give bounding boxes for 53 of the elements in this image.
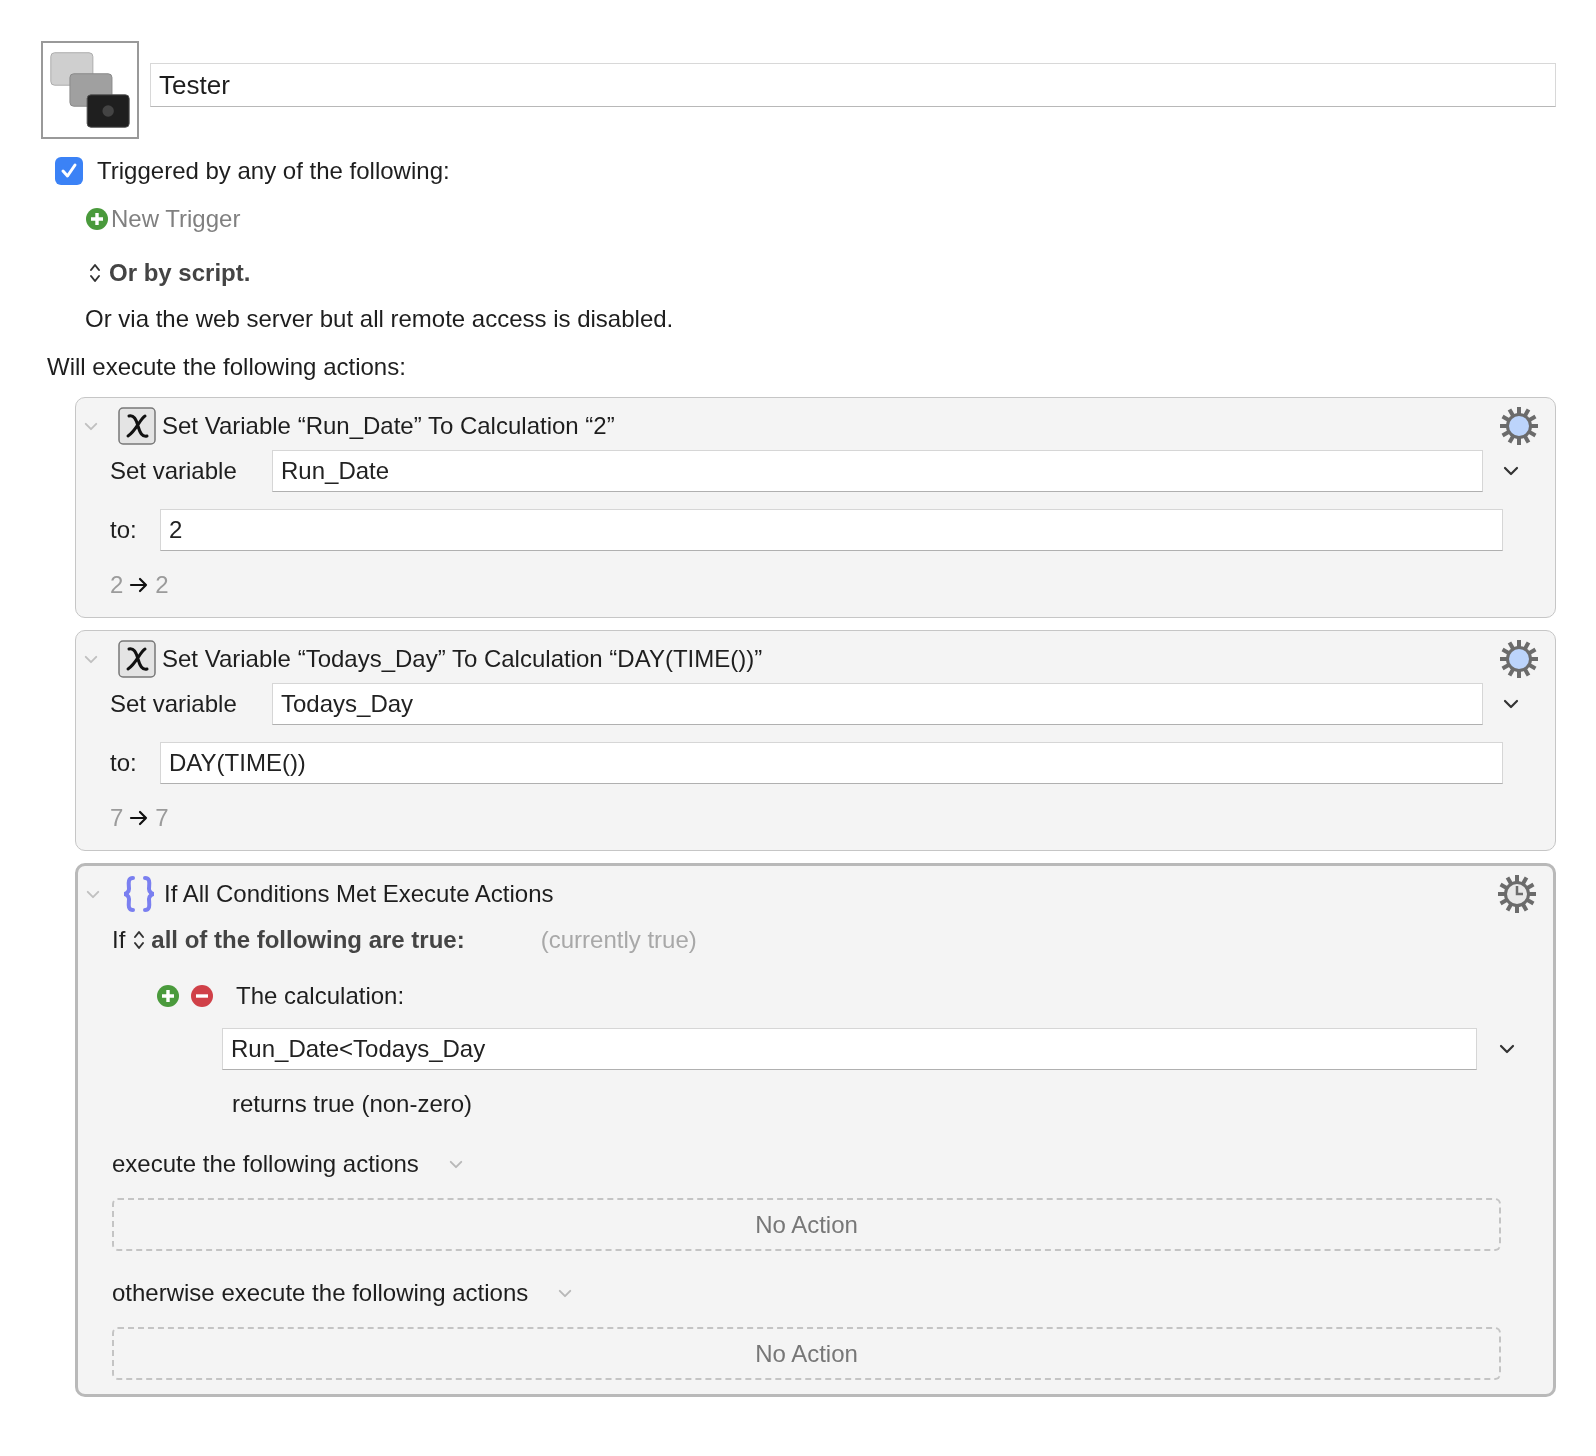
no-action-text: No Action — [755, 1338, 858, 1369]
variable-name-field[interactable]: Run_Date — [272, 450, 1483, 492]
to-label: to: — [110, 748, 138, 778]
empty-action-drop-zone[interactable]: No Action — [112, 1198, 1501, 1251]
new-trigger-icon[interactable] — [85, 207, 109, 231]
no-action-text: No Action — [755, 1209, 858, 1240]
trigger-heading: Triggered by any of the following: — [97, 156, 450, 186]
variable-name-field[interactable]: Todays_Day — [272, 683, 1483, 725]
dropdown-chevron-icon[interactable] — [1499, 1044, 1515, 1054]
if-label: If — [112, 925, 126, 955]
condition-mode-popup[interactable]: all of the following are true: — [151, 922, 465, 958]
gear-clock-icon[interactable] — [1497, 874, 1537, 914]
remove-condition-icon[interactable] — [190, 984, 214, 1008]
macro-name-field[interactable]: Tester — [150, 63, 1556, 107]
dropdown-chevron-icon[interactable] — [1503, 466, 1519, 476]
variable-x-icon — [118, 640, 156, 678]
mode-stepper-icon[interactable] — [133, 929, 146, 951]
action-title: If All Conditions Met Execute Actions — [164, 879, 555, 909]
branch-label: otherwise execute the following actions — [112, 1278, 529, 1308]
condition-status: (currently true) — [540, 925, 697, 955]
script-option-popup[interactable]: Or by script. — [109, 255, 251, 291]
variable-x-icon — [118, 407, 156, 445]
gear-icon[interactable] — [1499, 639, 1539, 679]
condition-calculation-field[interactable]: Run_Date<Todays_Day — [222, 1028, 1477, 1070]
preview-input-value: 7 — [110, 803, 124, 833]
set-variable-label: Set variable — [110, 456, 238, 486]
actions-heading: Will execute the following actions: — [47, 352, 407, 382]
calculation-field[interactable]: DAY(TIME()) — [160, 742, 1503, 784]
macro-icon-well[interactable] — [41, 41, 139, 139]
web-server-note: Or via the web server but all remote access is disabled. — [85, 304, 675, 334]
calculation-field[interactable]: 2 — [160, 509, 1503, 551]
dropdown-chevron-icon[interactable] — [1503, 699, 1519, 709]
right-arrow-icon — [129, 577, 150, 593]
script-stepper-icon[interactable] — [89, 262, 101, 284]
action-title: Set Variable “Run_Date” To Calculation “2” — [162, 411, 616, 441]
right-arrow-icon — [129, 810, 150, 826]
condition-label: The calculation: — [236, 981, 405, 1011]
preview-result-value: 7 — [155, 803, 169, 833]
add-condition-icon[interactable] — [156, 984, 180, 1008]
action-card[interactable]: Set Variable “Todays_Day” To Calculation “DAY(TIME())” Set variable Todays_Day to: DAY(TIME()) 7 7 — [75, 630, 1556, 851]
action-title: Set Variable “Todays_Day” To Calculation “DAY(TIME())” — [162, 644, 764, 674]
set-variable-label: Set variable — [110, 689, 238, 719]
action-card[interactable]: Set Variable “Run_Date” To Calculation “2” Set variable Run_Date to: 2 2 2 — [75, 397, 1556, 618]
condition-result-text: returns true (non-zero) — [232, 1089, 474, 1119]
preview-input-value: 2 — [110, 570, 124, 600]
gear-icon[interactable] — [1499, 406, 1539, 446]
branch-label: execute the following actions — [112, 1149, 419, 1179]
preview-result-value: 2 — [155, 570, 169, 600]
checkmark-icon — [59, 161, 79, 181]
to-label: to: — [110, 515, 138, 545]
new-trigger-link[interactable]: New Trigger — [111, 201, 241, 237]
empty-action-drop-zone[interactable]: No Action — [112, 1327, 1501, 1380]
trigger-checkbox[interactable] — [55, 157, 83, 185]
